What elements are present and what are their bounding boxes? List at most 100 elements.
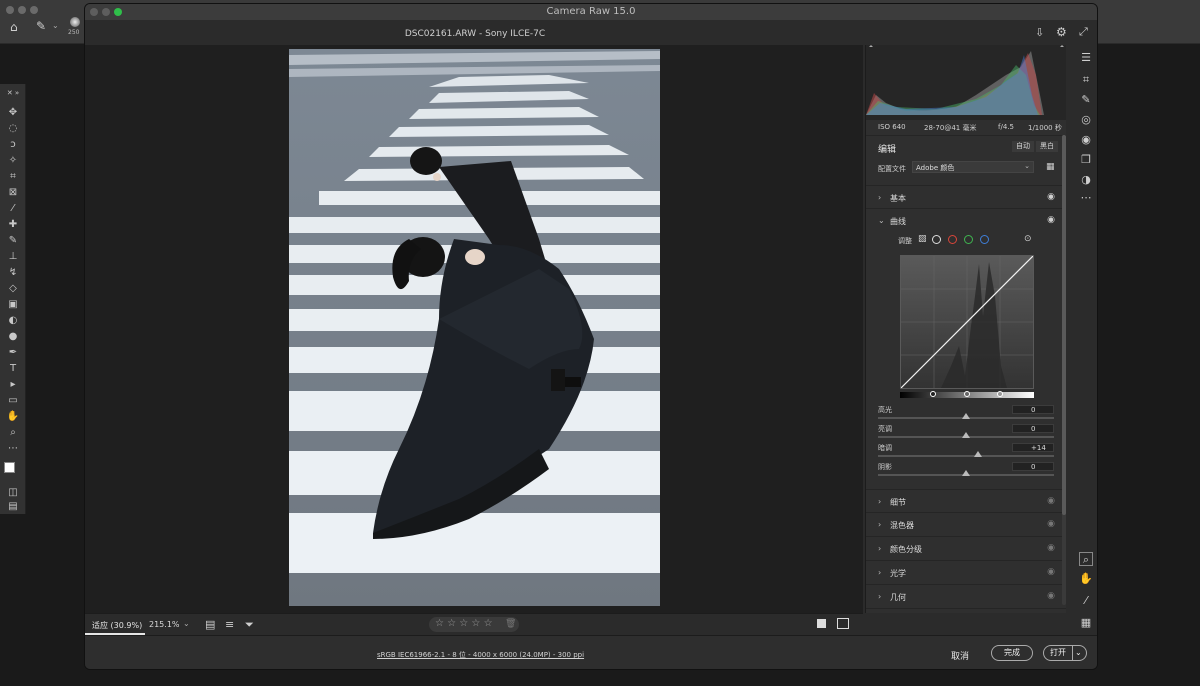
snapshots-icon[interactable]: ❐ [1079,153,1093,167]
presets-icon[interactable]: ◑ [1079,173,1093,187]
section-effects[interactable]: › 效果 ◉ [866,609,1066,613]
highlights-split-handle[interactable] [997,391,1003,397]
path-select-icon[interactable]: ▸ [5,378,21,392]
sort-icon[interactable]: ≡ [225,618,234,631]
home-icon[interactable]: ⌂ [10,20,18,34]
healing-brush-icon[interactable]: ✚ [5,218,21,232]
section-detail[interactable]: › 细节 ◉ [866,489,1066,513]
panel-scrollbar-thumb[interactable] [1062,135,1066,515]
brush-icon[interactable]: ✎ [5,234,21,248]
curve-slider-thumb[interactable] [962,470,970,476]
more-icon[interactable]: ⋯ [1079,191,1093,205]
shadows-split-handle[interactable] [930,391,936,397]
curve-slider-track[interactable] [878,455,1054,457]
dodge-icon[interactable]: ● [5,330,21,344]
stamp-icon[interactable]: ⊥ [5,250,21,264]
crop-tool-icon[interactable]: ⌗ [5,170,21,184]
targeted-adjust-icon[interactable]: ⊙ [1024,234,1032,244]
midtones-split-handle[interactable] [964,391,970,397]
rating-stars[interactable]: ☆ ☆ ☆ ☆ ☆ 🗑 [429,617,519,632]
section-mixer[interactable]: › 混色器 ◉ [866,513,1066,537]
red-eye-icon[interactable]: ◉ [1079,133,1093,147]
workflow-options-link[interactable]: sRGB IEC61966-2.1 - 8 位 - 4000 x 6000 (2… [377,650,584,660]
profile-select[interactable]: Adobe 颜色 ⌄ [912,161,1034,173]
blur-icon[interactable]: ◐ [5,314,21,328]
chevron-down-icon[interactable]: ⌄ [52,21,59,30]
black-white-button[interactable]: 黑白 [1036,141,1058,152]
done-button[interactable]: 完成 [991,645,1033,661]
move-tool-icon[interactable]: ✥ [5,106,21,120]
chevron-down-icon[interactable]: ⌄ [183,619,190,628]
screen-mode-icon[interactable]: ▤ [5,500,21,514]
quick-select-icon[interactable]: ✧ [5,154,21,168]
rectangle-icon[interactable]: ▭ [5,394,21,408]
section-geometry[interactable]: › 几何 ◉ [866,585,1066,609]
filter-icon[interactable]: ⏷ [245,618,254,632]
zoom-icon[interactable]: ⌕ [1079,552,1093,566]
point-curve-green-icon[interactable] [964,235,973,244]
curve-slider-value[interactable]: +14 [1012,443,1054,452]
eye-icon[interactable]: ◉ [1047,567,1055,577]
eye-icon[interactable]: ◉ [1047,519,1055,529]
auto-button[interactable]: 自动 [1012,141,1034,152]
eye-icon[interactable]: ◉ [1047,496,1055,506]
eyedropper-icon[interactable]: ⁄ [5,202,21,216]
hand-icon[interactable]: ✋ [1079,572,1093,586]
quick-mask-icon[interactable]: ◫ [5,486,21,500]
eye-icon[interactable]: ◉ [1047,591,1055,601]
section-basic[interactable]: › 基本 ◉ [866,185,1066,209]
zoom-fit-tab[interactable]: 适应 (30.9%) [85,614,145,635]
point-curve-white-icon[interactable] [932,235,941,244]
chevron-down-icon[interactable]: ⌄ [1075,646,1082,660]
collapse-icon[interactable]: ✕ » [5,86,21,100]
lasso-tool-icon[interactable]: ↄ [5,138,21,152]
crop-icon[interactable]: ⌗ [1079,73,1093,87]
curve-slider-thumb[interactable] [974,451,983,457]
gear-icon[interactable]: ⚙ [1056,25,1067,39]
pen-icon[interactable]: ✒ [5,346,21,360]
zoom-value[interactable]: 215.1% [149,620,180,629]
masking-icon[interactable]: ◎ [1079,113,1093,127]
section-curve[interactable]: ⌄ 曲线 ◉ [866,209,1066,233]
grid-icon[interactable]: ▦ [1079,616,1093,630]
curve-slider-value[interactable]: 0 [1012,405,1054,414]
eye-icon[interactable]: ◉ [1047,215,1055,225]
history-brush-icon[interactable]: ↯ [5,266,21,280]
gradient-icon[interactable]: ▣ [5,298,21,312]
brush-preset-icon[interactable] [70,17,80,27]
point-curve-blue-icon[interactable] [980,235,989,244]
panel-scrollbar[interactable] [1062,135,1066,605]
sampler-icon[interactable]: ⁄ [1079,594,1093,608]
eye-icon[interactable]: ◉ [1047,192,1055,202]
eraser-icon[interactable]: ◇ [5,282,21,296]
section-color-grading[interactable]: › 颜色分级 ◉ [866,537,1066,561]
before-after-icon[interactable] [837,618,849,629]
eye-icon[interactable]: ◉ [1047,543,1055,553]
marquee-tool-icon[interactable]: ◌ [5,122,21,136]
curve-slider-thumb[interactable] [962,413,970,419]
open-button[interactable]: 打开 ⌄ [1043,645,1087,661]
section-optics[interactable]: › 光学 ◉ [866,561,1066,585]
tone-curve-graph[interactable] [900,255,1034,389]
parametric-curve-icon[interactable]: ▨ [918,234,927,244]
image-canvas[interactable] [85,45,863,613]
edit-sliders-icon[interactable]: ☰ [1079,51,1093,65]
cancel-button[interactable]: 取消 [951,649,969,662]
type-tool-icon[interactable]: T [5,362,21,376]
curve-slider-thumb[interactable] [962,432,970,438]
curve-slider-value[interactable]: 0 [1012,424,1054,433]
hand-tool-icon[interactable]: ✋ [5,410,21,424]
healing-icon[interactable]: ✎ [1079,93,1093,107]
zoom-tool-icon[interactable]: ⌕ [5,426,21,440]
more-tools-icon[interactable]: ⋯ [5,442,21,456]
brush-tool-icon[interactable]: ✎ [36,19,46,33]
fullscreen-icon[interactable]: ⤢ [1079,25,1088,39]
point-curve-red-icon[interactable] [948,235,957,244]
save-icon[interactable]: ⇩ [1035,26,1044,39]
single-view-icon[interactable] [817,619,826,628]
profile-browser-icon[interactable]: ▦ [1046,162,1055,172]
foreground-color-swatch[interactable] [4,462,15,473]
trash-icon[interactable]: 🗑 [505,619,516,629]
frame-tool-icon[interactable]: ⊠ [5,186,21,200]
curve-slider-value[interactable]: 0 [1012,462,1054,471]
